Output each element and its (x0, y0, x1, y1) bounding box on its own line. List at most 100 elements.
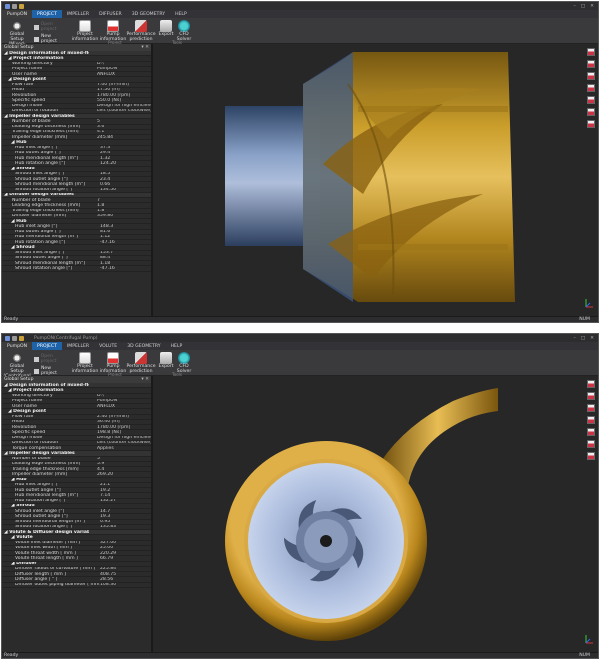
tab-3d-geometry[interactable]: 3D GEOMETRY (127, 10, 170, 18)
tab-diffuser[interactable]: DIFFUSER (94, 10, 127, 18)
property-value[interactable]: 19.3 (100, 514, 151, 518)
property-value[interactable]: 0.95 (100, 520, 151, 524)
property-value[interactable]: 23.4 (100, 177, 151, 181)
property-value[interactable]: 18.5 (100, 172, 151, 176)
export-button[interactable]: Export (158, 352, 174, 370)
property-value[interactable]: -47.16 (100, 240, 151, 244)
property-value[interactable]: 7 (97, 198, 151, 202)
property-value[interactable]: 359.80 (97, 214, 151, 218)
pin-close-icon[interactable]: ▾ ✕ (141, 45, 149, 50)
save-icon[interactable] (12, 335, 17, 341)
property-value[interactable]: 36.40 [m] (97, 420, 151, 424)
property-value[interactable]: Design for high efficiency pump (97, 104, 151, 108)
property-value[interactable]: 88.4 (100, 256, 151, 260)
view-back-icon[interactable] (587, 392, 595, 400)
maximize-icon[interactable]: □ (581, 336, 585, 341)
property-value[interactable]: 37.3 (100, 146, 151, 150)
tab-pumpon[interactable]: PumpON (2, 10, 33, 18)
property-value[interactable]: 7.00 [m³/min] (97, 83, 151, 87)
property-value[interactable]: 153.7 (100, 251, 151, 255)
view-left-icon[interactable] (587, 404, 595, 412)
close-icon[interactable]: ✕ (590, 336, 594, 341)
property-value[interactable]: 225.84 (100, 567, 151, 571)
property-value[interactable]: 135.83 (100, 525, 151, 529)
property-value[interactable]: D:\ (97, 394, 151, 398)
maximize-icon[interactable]: □ (581, 4, 585, 9)
view-front-icon[interactable] (587, 380, 595, 388)
property-row[interactable]: Shroud rotation angle [°] -47.16 (2, 266, 151, 272)
property-value[interactable]: 148.3 (100, 224, 151, 228)
property-value[interactable]: 4.4 (97, 467, 151, 471)
property-row[interactable]: Diffuser outlet piping diameter [ mm ] 10… (2, 583, 151, 588)
tab-project[interactable]: PROJECT (32, 10, 62, 18)
property-value[interactable]: 132.27 (100, 499, 151, 503)
new-project-button[interactable]: New project (34, 34, 68, 44)
property-value[interactable]: 1780.00 [rpm] (97, 425, 151, 429)
property-value[interactable]: 28.56 (100, 577, 151, 581)
property-value[interactable]: 7.14 (100, 493, 151, 497)
property-value[interactable]: D:\ (97, 62, 151, 66)
property-value[interactable]: ANFLUX (97, 404, 151, 408)
property-value[interactable]: 2.40 [m³/min] (97, 415, 151, 419)
minimize-icon[interactable]: – (574, 336, 576, 341)
property-value[interactable]: 66.79 (100, 556, 151, 560)
view-right-icon[interactable] (587, 416, 595, 424)
tab-impeller[interactable]: IMPELLER (62, 342, 94, 350)
property-value[interactable]: 198.8 [Ns] (97, 430, 151, 434)
property-value[interactable]: PumpON (97, 67, 151, 71)
property-value[interactable]: 108.30 (100, 583, 151, 587)
view-iso-icon[interactable] (587, 452, 595, 460)
property-value[interactable]: 17.50 [m] (97, 88, 151, 92)
tab-project[interactable]: PROJECT (32, 342, 62, 350)
property-value[interactable]: 1.12 (100, 235, 151, 239)
3d-viewport[interactable] (153, 376, 598, 652)
property-value[interactable]: 269.20 (97, 472, 151, 476)
property-value[interactable]: 1.18 (100, 261, 151, 265)
property-value[interactable]: ANFLUX (97, 72, 151, 76)
open-project-button[interactable]: Open project (34, 354, 68, 364)
tab-impeller[interactable]: IMPELLER (62, 10, 94, 18)
property-value[interactable]: 5 (97, 119, 151, 123)
tab-help[interactable]: HELP (170, 10, 192, 18)
property-value[interactable]: 1.8 (97, 209, 151, 213)
minimize-icon[interactable]: – (574, 4, 576, 9)
3d-viewport[interactable] (153, 44, 598, 316)
property-value[interactable]: 5 (97, 457, 151, 461)
property-value[interactable]: Applies (97, 446, 151, 450)
tab-3d-geometry[interactable]: 3D GEOMETRY (122, 342, 165, 350)
export-button[interactable]: Export (158, 20, 174, 38)
property-value[interactable]: 245.84 (97, 135, 151, 139)
view-bottom-icon[interactable] (587, 108, 595, 116)
property-value[interactable]: 19.2 (100, 488, 151, 492)
property-value[interactable]: 3.6 (97, 125, 151, 129)
view-iso-icon[interactable] (587, 120, 595, 128)
property-value[interactable]: 21.1 (100, 483, 151, 487)
property-value[interactable]: 408.75 (100, 572, 151, 576)
property-value[interactable]: 5.9 (97, 462, 151, 466)
property-value[interactable]: 327.00 (100, 541, 151, 545)
tab-pumpon[interactable]: PumpON (2, 342, 33, 350)
property-value[interactable]: PumpON (97, 399, 151, 403)
view-top-icon[interactable] (587, 428, 595, 436)
open-icon[interactable] (19, 3, 24, 9)
property-value[interactable]: 29.4 (100, 151, 151, 155)
pin-close-icon[interactable]: ▾ ✕ (141, 377, 149, 382)
property-value[interactable]: 0.66 (100, 182, 151, 186)
property-value[interactable]: -47.16 (100, 266, 151, 270)
property-value[interactable]: 1.8 (97, 203, 151, 207)
property-value[interactable]: 134.50 (100, 188, 151, 192)
property-value[interactable]: 4.1 (97, 130, 151, 134)
open-project-button[interactable]: Open project (34, 22, 68, 32)
view-right-icon[interactable] (587, 84, 595, 92)
view-back-icon[interactable] (587, 60, 595, 68)
tab-help[interactable]: HELP (166, 342, 188, 350)
property-value[interactable]: 220.29 (100, 551, 151, 555)
view-left-icon[interactable] (587, 72, 595, 80)
new-project-button[interactable]: New project (34, 366, 68, 376)
tab-volute[interactable]: VOLUTE (94, 342, 122, 350)
property-value[interactable]: 550.0 [Ns] (97, 98, 151, 102)
property-value[interactable]: 1780.00 [rpm] (97, 93, 151, 97)
close-icon[interactable]: ✕ (590, 4, 594, 9)
view-front-icon[interactable] (587, 48, 595, 56)
property-value[interactable]: Left (counter clockwise) (97, 441, 151, 445)
